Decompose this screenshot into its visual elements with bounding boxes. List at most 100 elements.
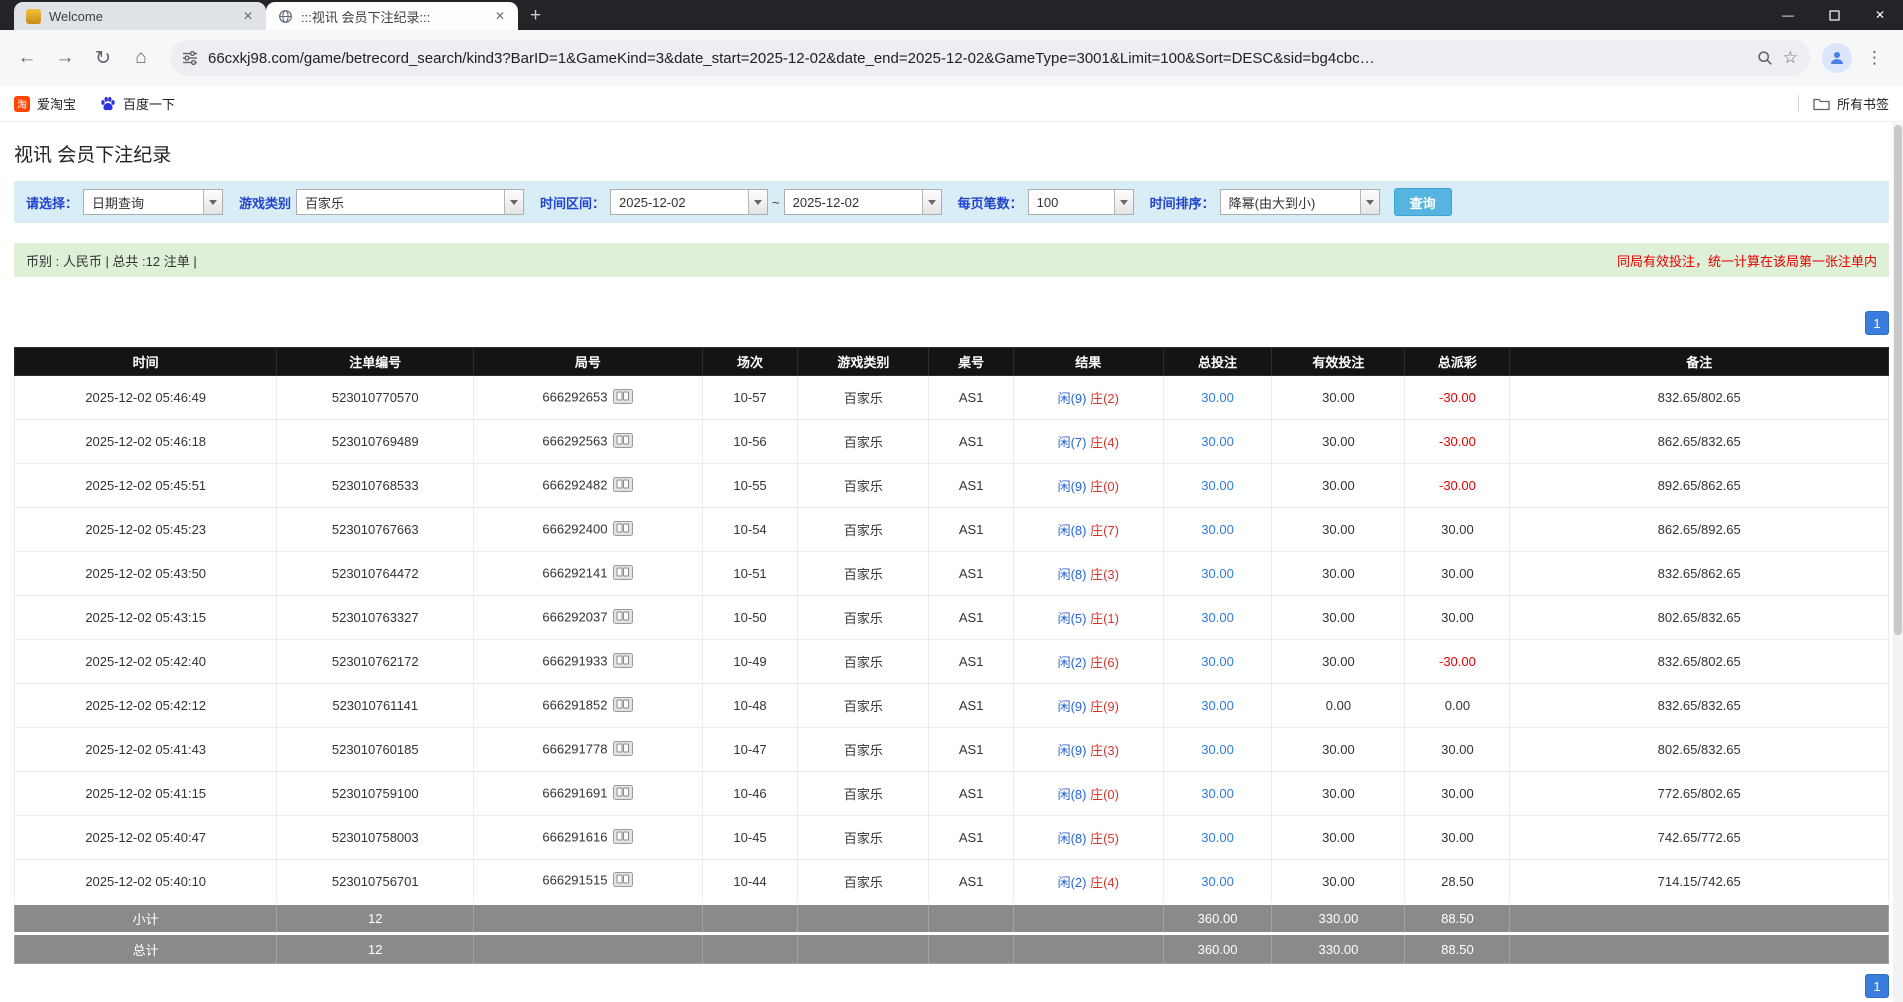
round-result-icon[interactable]: [613, 389, 633, 407]
total-bet-link[interactable]: 30.00: [1201, 698, 1234, 713]
bookmark-baidu[interactable]: 百度一下: [100, 94, 175, 113]
table-row: 2025-12-02 05:43:50523010764472666292141…: [15, 552, 1889, 596]
total-bet-link[interactable]: 30.00: [1201, 566, 1234, 581]
cell-round: 666292400: [474, 508, 703, 552]
cell-session: 10-49: [702, 640, 798, 684]
cell-valid-bet: 30.00: [1272, 508, 1405, 552]
pagination-bottom: 1: [14, 974, 1889, 998]
close-tab-icon[interactable]: ✕: [240, 8, 256, 24]
site-settings-icon[interactable]: [182, 50, 198, 66]
url-text[interactable]: 66cxkj98.com/game/betrecord_search/kind3…: [208, 50, 1747, 67]
zoom-icon[interactable]: [1757, 50, 1773, 66]
total-bet-link[interactable]: 30.00: [1201, 390, 1234, 405]
cell-valid-bet: 30.00: [1272, 772, 1405, 816]
home-icon[interactable]: ⌂: [124, 41, 158, 75]
page-1-button[interactable]: 1: [1865, 974, 1889, 998]
cell-result: 闲(9) 庄(0): [1013, 464, 1163, 508]
total-empty-cell: [474, 934, 703, 964]
chevron-down-icon[interactable]: [922, 190, 941, 214]
date-start-input[interactable]: 2025-12-02: [610, 189, 768, 215]
cell-bet-id: 523010762172: [277, 640, 474, 684]
round-result-icon[interactable]: [613, 565, 633, 583]
date-range-label: 时间区间：: [540, 193, 605, 212]
back-icon[interactable]: ←: [10, 41, 44, 75]
column-header: 时间: [15, 348, 277, 376]
round-result-icon[interactable]: [613, 609, 633, 627]
query-type-select[interactable]: 日期查询: [83, 189, 223, 215]
chevron-down-icon[interactable]: [1360, 190, 1379, 214]
scrollbar-thumb[interactable]: [1894, 125, 1902, 635]
profile-avatar[interactable]: [1822, 43, 1852, 73]
tab-welcome[interactable]: Welcome ✕: [14, 2, 266, 30]
maximize-button[interactable]: [1811, 0, 1857, 30]
close-window-button[interactable]: ✕: [1857, 0, 1903, 30]
bookmark-label: 爱淘宝: [37, 94, 76, 113]
page-1-button[interactable]: 1: [1865, 311, 1889, 335]
total-bet-link[interactable]: 30.00: [1201, 522, 1234, 537]
page-scrollbar[interactable]: [1893, 123, 1903, 1002]
reload-icon[interactable]: ↻: [86, 41, 120, 75]
sort-select[interactable]: 降幂(由大到小): [1220, 189, 1380, 215]
round-number: 666291515: [542, 872, 607, 887]
total-bet-link[interactable]: 30.00: [1201, 654, 1234, 669]
bookmark-star-icon[interactable]: ☆: [1783, 48, 1798, 68]
total-empty-cell: [702, 934, 798, 964]
game-type-select[interactable]: 百家乐: [296, 189, 524, 215]
forward-icon[interactable]: →: [48, 41, 82, 75]
total-bet-link[interactable]: 30.00: [1201, 786, 1234, 801]
total-bet-link[interactable]: 30.00: [1201, 874, 1234, 889]
chevron-down-icon[interactable]: [203, 190, 222, 214]
browser-toolbar: ← → ↻ ⌂ 66cxkj98.com/game/betrecord_sear…: [0, 30, 1903, 86]
new-tab-button[interactable]: +: [518, 2, 553, 30]
date-end-input[interactable]: 2025-12-02: [784, 189, 942, 215]
tab-bet-records[interactable]: :::视讯 会员下注纪录::: ✕: [266, 2, 518, 30]
all-bookmarks-button[interactable]: 所有书签: [1813, 94, 1889, 113]
round-result-icon[interactable]: [613, 477, 633, 495]
baidu-paw-icon: [100, 96, 116, 112]
total-label: 总计: [15, 934, 277, 964]
cell-result: 闲(7) 庄(4): [1013, 420, 1163, 464]
total-bet-link[interactable]: 30.00: [1201, 610, 1234, 625]
url-bar[interactable]: 66cxkj98.com/game/betrecord_search/kind3…: [170, 40, 1810, 76]
subtotal-empty-cell: [474, 904, 703, 934]
subtotal-total-bet: 360.00: [1163, 904, 1272, 934]
cell-time: 2025-12-02 05:40:10: [15, 860, 277, 904]
round-result-icon[interactable]: [613, 433, 633, 451]
cell-session: 10-57: [702, 376, 798, 420]
close-tab-icon[interactable]: ✕: [492, 8, 508, 24]
total-bet-link[interactable]: 30.00: [1201, 478, 1234, 493]
cell-result: 闲(8) 庄(3): [1013, 552, 1163, 596]
round-result-icon[interactable]: [613, 697, 633, 715]
round-result-icon[interactable]: [613, 785, 633, 803]
result-banker: 庄(6): [1090, 655, 1119, 670]
round-result-icon[interactable]: [613, 521, 633, 539]
result-banker: 庄(5): [1090, 831, 1119, 846]
round-result-icon[interactable]: [613, 829, 633, 847]
chevron-down-icon[interactable]: [504, 190, 523, 214]
chevron-down-icon[interactable]: [1114, 190, 1133, 214]
total-bet-link[interactable]: 30.00: [1201, 434, 1234, 449]
round-result-icon[interactable]: [613, 872, 633, 890]
subtotal-empty-cell: [1510, 904, 1889, 934]
round-result-icon[interactable]: [613, 741, 633, 759]
minimize-button[interactable]: —: [1765, 0, 1811, 30]
total-row: 总计 12 360.00 330.00 88.50: [15, 934, 1889, 964]
round-result-icon[interactable]: [613, 653, 633, 671]
result-player: 闲(8): [1058, 787, 1087, 802]
cell-time: 2025-12-02 05:42:40: [15, 640, 277, 684]
cell-note: 832.65/802.65: [1510, 640, 1889, 684]
cell-valid-bet: 30.00: [1272, 860, 1405, 904]
total-bet-link[interactable]: 30.00: [1201, 830, 1234, 845]
column-header: 局号: [474, 348, 703, 376]
browser-menu-icon[interactable]: ⋮: [1856, 48, 1893, 68]
cell-result: 闲(2) 庄(6): [1013, 640, 1163, 684]
notice-text: 同局有效投注，统一计算在该局第一张注单内: [1617, 251, 1877, 270]
chevron-down-icon[interactable]: [748, 190, 767, 214]
round-number: 666292482: [542, 477, 607, 492]
cell-payout: -30.00: [1405, 464, 1510, 508]
per-page-select[interactable]: 100: [1028, 189, 1134, 215]
search-button[interactable]: 查询: [1394, 188, 1452, 216]
total-bet-link[interactable]: 30.00: [1201, 742, 1234, 757]
bookmark-taobao[interactable]: 淘 爱淘宝: [14, 94, 76, 113]
total-count: 12: [277, 934, 474, 964]
